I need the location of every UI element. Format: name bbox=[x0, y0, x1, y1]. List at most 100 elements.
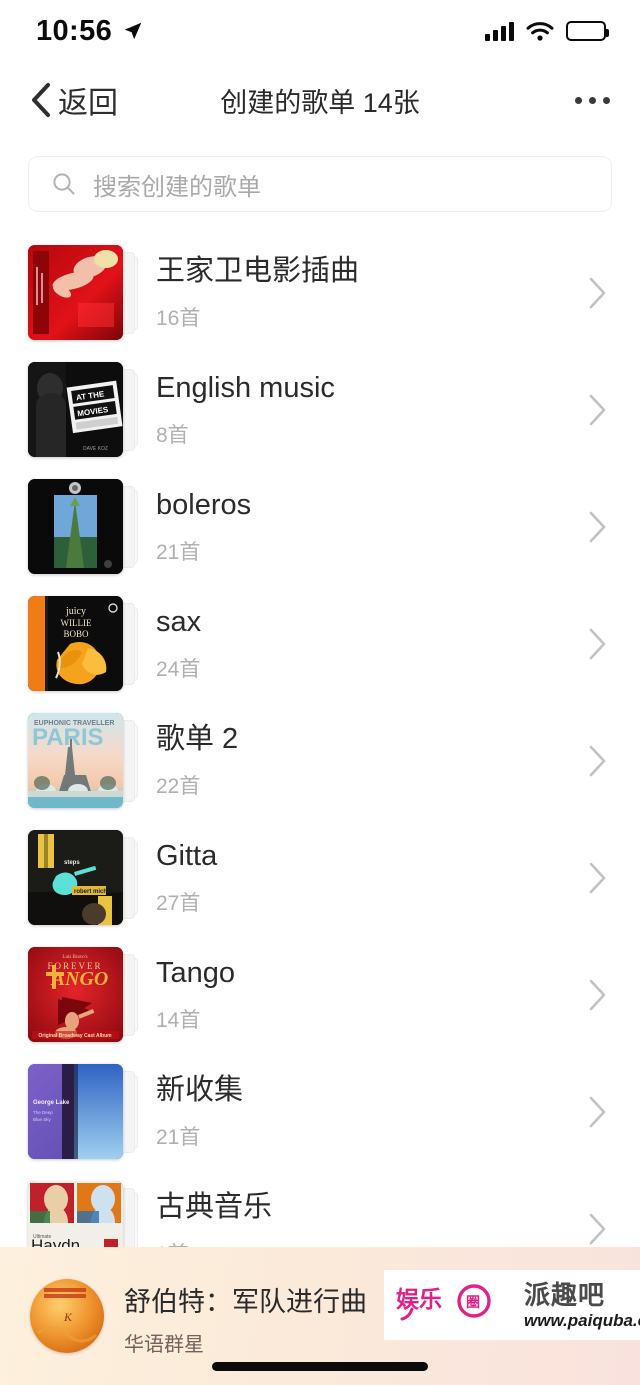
svg-text:Blue Sky: Blue Sky bbox=[33, 1117, 52, 1122]
home-indicator bbox=[212, 1362, 428, 1371]
svg-text:BOBO: BOBO bbox=[63, 629, 89, 639]
disclosure-chevron[interactable] bbox=[582, 510, 612, 544]
playlist-info: Gitta 27首 bbox=[138, 838, 582, 916]
album-cover-art: steps robert michaels bbox=[28, 829, 123, 925]
svg-text:robert michaels: robert michaels bbox=[74, 889, 119, 895]
playlist-song-count: 21首 bbox=[156, 540, 201, 564]
disclosure-chevron[interactable] bbox=[582, 744, 612, 778]
playlist-row[interactable]: George Lake The Deep Blue Sky 新收集 21首 bbox=[0, 1053, 640, 1170]
search-input[interactable]: 搜索创建的歌单 bbox=[28, 156, 612, 212]
disclosure-chevron[interactable] bbox=[582, 1212, 612, 1246]
svg-text:ANGO: ANGO bbox=[50, 968, 109, 990]
playlist-cover: George Lake The Deep Blue Sky bbox=[28, 1063, 138, 1160]
chevron-right-icon bbox=[589, 979, 606, 1010]
playlist-song-count: 14首 bbox=[156, 1008, 201, 1032]
now-playing-album-art[interactable]: K bbox=[30, 1279, 104, 1353]
watermark-brand: 派趣吧 bbox=[524, 1279, 606, 1310]
search-icon bbox=[53, 173, 75, 195]
back-button[interactable]: 返回 bbox=[30, 78, 118, 122]
playlist-cover: EUPHONIC TRAVELLER PARIS bbox=[28, 712, 138, 809]
playlist-cover bbox=[28, 244, 138, 341]
album-cover-art: juicy WILLIE BOBO bbox=[28, 595, 123, 691]
yule-logo-icon: 娱乐 圈 bbox=[396, 1284, 491, 1321]
cellular-signal-icon bbox=[485, 21, 514, 41]
svg-text:WILLIE: WILLIE bbox=[61, 618, 92, 628]
disclosure-chevron[interactable] bbox=[582, 861, 612, 895]
location-arrow-icon bbox=[124, 22, 142, 40]
playlist-row[interactable]: 王家卫电影插曲 16首 bbox=[0, 234, 640, 351]
playlist-info: English music 8首 bbox=[138, 370, 582, 448]
schubert-disc-art-icon: K bbox=[30, 1279, 104, 1353]
playlist-cover: AT THE MOVIES DAVE KOZ bbox=[28, 361, 138, 458]
playlist-info: Tango 14首 bbox=[138, 955, 582, 1033]
chevron-right-icon bbox=[589, 862, 606, 893]
album-cover-art bbox=[28, 244, 123, 340]
disclosure-chevron[interactable] bbox=[582, 276, 612, 310]
svg-text:DAVE KOZ: DAVE KOZ bbox=[83, 446, 108, 452]
back-button-label: 返回 bbox=[58, 87, 118, 120]
status-bar: 10:56 bbox=[0, 0, 640, 62]
disclosure-chevron[interactable] bbox=[582, 978, 612, 1012]
playlist-cover: steps robert michaels bbox=[28, 829, 138, 926]
chevron-left-icon bbox=[32, 83, 50, 117]
status-bar-right bbox=[485, 21, 609, 42]
playlist-row[interactable]: boleros 21首 bbox=[0, 468, 640, 585]
playlist-cover bbox=[28, 478, 138, 575]
playlist-info: 歌单 2 22首 bbox=[138, 721, 582, 799]
album-cover-art: Luis Bravo's FOREVER ANGO Original Broad… bbox=[28, 946, 123, 1042]
watermark-url: www.paiquba.com bbox=[524, 1310, 640, 1330]
playlist-song-count: 24首 bbox=[156, 657, 201, 681]
album-cover-art bbox=[28, 478, 123, 574]
ellipsis-icon bbox=[575, 96, 582, 104]
playlist-info: 新收集 21首 bbox=[138, 1072, 582, 1150]
playlist-song-count: 21首 bbox=[156, 1125, 201, 1149]
chevron-right-icon bbox=[589, 1096, 606, 1127]
album-cover-art: George Lake The Deep Blue Sky bbox=[28, 1063, 123, 1159]
playlist-title: 王家卫电影插曲 bbox=[156, 255, 360, 288]
playlist-info: sax 24首 bbox=[138, 604, 582, 682]
chevron-right-icon bbox=[589, 628, 606, 659]
svg-text:娱乐: 娱乐 bbox=[396, 1286, 442, 1312]
disclosure-chevron[interactable] bbox=[582, 1095, 612, 1129]
ellipsis-icon bbox=[603, 96, 610, 104]
svg-text:juicy: juicy bbox=[65, 606, 86, 617]
playlist-row[interactable]: AT THE MOVIES DAVE KOZ English music 8首 bbox=[0, 351, 640, 468]
playlist-title: Gitta bbox=[156, 840, 218, 873]
playlist-song-count: 16首 bbox=[156, 306, 201, 330]
chevron-right-icon bbox=[589, 745, 606, 776]
playlist-row[interactable]: juicy WILLIE BOBO sax 24首 bbox=[0, 585, 640, 702]
playlist-song-count: 27首 bbox=[156, 891, 201, 915]
wifi-icon bbox=[526, 21, 554, 41]
ellipsis-icon bbox=[589, 96, 596, 104]
svg-text:George Lake: George Lake bbox=[33, 1100, 70, 1106]
svg-text:K: K bbox=[63, 1310, 73, 1324]
svg-text:圈: 圈 bbox=[466, 1295, 480, 1311]
more-options-button[interactable] bbox=[575, 96, 610, 104]
battery-icon bbox=[566, 21, 609, 41]
playlist-row[interactable]: steps robert michaels Gitta 27首 bbox=[0, 819, 640, 936]
playlist-title: 古典音乐 bbox=[156, 1191, 273, 1224]
playlist-title: English music bbox=[156, 372, 335, 405]
disclosure-chevron[interactable] bbox=[582, 393, 612, 427]
album-cover-art: AT THE MOVIES DAVE KOZ bbox=[28, 361, 123, 457]
playlist-list[interactable]: 王家卫电影插曲 16首 AT THE MOVIES DAVE KOZ Engli… bbox=[0, 234, 640, 1287]
svg-text:PARIS: PARIS bbox=[32, 724, 104, 751]
playlist-song-count: 8首 bbox=[156, 423, 189, 447]
chevron-right-icon bbox=[589, 1213, 606, 1244]
playlist-row[interactable]: Luis Bravo's FOREVER ANGO Original Broad… bbox=[0, 936, 640, 1053]
chevron-right-icon bbox=[589, 394, 606, 425]
playlist-title: Tango bbox=[156, 957, 236, 990]
watermark-text: 派趣吧 www.paiquba.com bbox=[524, 1282, 640, 1329]
playlist-info: boleros 21首 bbox=[138, 487, 582, 565]
playlist-row[interactable]: EUPHONIC TRAVELLER PARIS 歌单 2 22首 bbox=[0, 702, 640, 819]
navigation-bar: 返回 创建的歌单 14张 bbox=[0, 62, 640, 138]
chevron-right-icon bbox=[589, 511, 606, 542]
status-time: 10:56 bbox=[36, 14, 113, 47]
disclosure-chevron[interactable] bbox=[582, 627, 612, 661]
playlist-cover: juicy WILLIE BOBO bbox=[28, 595, 138, 692]
chevron-right-icon bbox=[589, 277, 606, 308]
svg-text:steps: steps bbox=[64, 860, 80, 866]
search-placeholder: 搜索创建的歌单 bbox=[93, 173, 261, 201]
playlist-info: 王家卫电影插曲 16首 bbox=[138, 253, 582, 331]
playlist-cover: Luis Bravo's FOREVER ANGO Original Broad… bbox=[28, 946, 138, 1043]
